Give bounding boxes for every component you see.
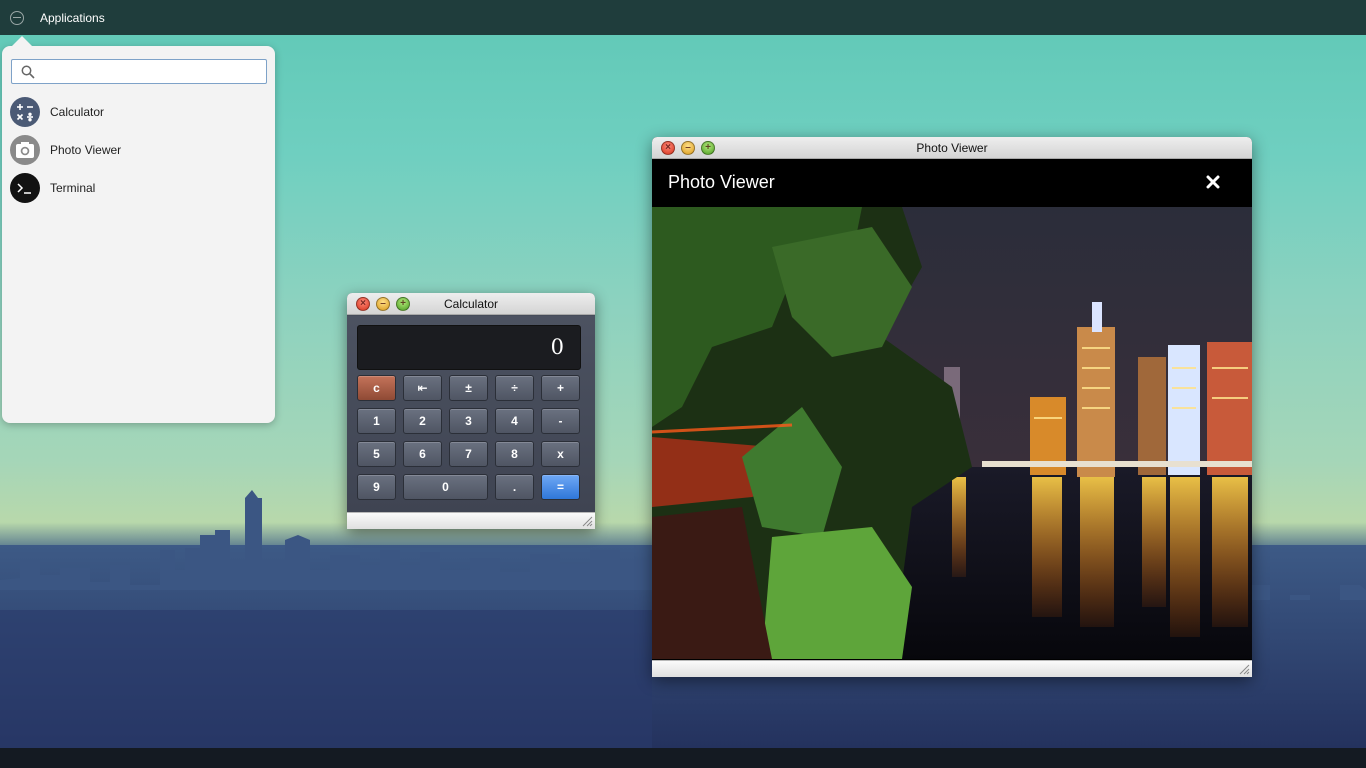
camera-icon [10,135,40,165]
menu-item-photo-viewer[interactable]: Photo Viewer [10,134,270,166]
add-key[interactable]: + [541,375,580,401]
terminal-icon [10,173,40,203]
maximize-window-button[interactable]: + [396,297,410,311]
menu-item-terminal[interactable]: Terminal [10,172,270,204]
digit-9-key[interactable]: 9 [357,474,396,500]
resize-grip-icon[interactable] [1239,664,1250,675]
menu-item-label: Calculator [50,105,105,119]
bottom-panel [0,748,1366,768]
search-input[interactable] [40,62,262,81]
calculator-window: × – + Calculator 0 c ⇤ ± ÷ + 1 2 3 4 - 5… [347,293,595,529]
photo-viewer-statusbar [652,660,1252,677]
digit-5-key[interactable]: 5 [357,441,396,467]
clear-key[interactable]: c [357,375,396,401]
maximize-window-button[interactable]: + [701,141,715,155]
multiply-key[interactable]: x [541,441,580,467]
top-panel: Applications [0,0,1366,35]
resize-grip-icon[interactable] [582,516,593,527]
decimal-key[interactable]: . [495,474,534,500]
calculator-statusbar [347,512,595,529]
photo-viewer-window: × – + Photo Viewer Photo Viewer [652,137,1252,677]
equals-key[interactable]: = [541,474,580,500]
close-window-button[interactable]: × [661,141,675,155]
system-logo-icon[interactable] [10,10,24,25]
backspace-key[interactable]: ⇤ [403,375,442,401]
divide-key[interactable]: ÷ [495,375,534,401]
night-cityscape-photo [652,207,1252,659]
calculator-body: 0 c ⇤ ± ÷ + 1 2 3 4 - 5 6 7 8 x 9 0 . = [347,316,595,512]
minimize-window-button[interactable]: – [681,141,695,155]
close-icon[interactable] [1206,175,1220,189]
close-window-button[interactable]: × [356,297,370,311]
digit-1-key[interactable]: 1 [357,408,396,434]
digit-6-key[interactable]: 6 [403,441,442,467]
menu-item-label: Terminal [50,181,96,195]
digit-7-key[interactable]: 7 [449,441,488,467]
subtract-key[interactable]: - [541,408,580,434]
digit-2-key[interactable]: 2 [403,408,442,434]
calculator-icon [10,97,40,127]
search-field[interactable] [11,59,267,84]
plus-minus-key[interactable]: ± [449,375,488,401]
digit-4-key[interactable]: 4 [495,408,534,434]
digit-8-key[interactable]: 8 [495,441,534,467]
window-title: Photo Viewer [916,141,988,155]
digit-3-key[interactable]: 3 [449,408,488,434]
window-title: Calculator [443,297,499,311]
menu-item-calculator[interactable]: Calculator [10,96,270,128]
applications-menu: Calculator Photo Viewer Terminal [2,36,275,423]
calculator-titlebar[interactable]: × – + Calculator [347,293,595,315]
calculator-display: 0 [357,325,581,370]
minimize-window-button[interactable]: – [376,297,390,311]
search-icon [21,65,35,79]
photo-viewer-title: Photo Viewer [668,172,775,192]
menu-item-label: Photo Viewer [50,143,122,157]
photo-viewer-header: Photo Viewer [652,159,1252,207]
photo-display[interactable] [652,207,1252,659]
digit-0-key[interactable]: 0 [403,474,488,500]
photo-viewer-titlebar[interactable]: × – + Photo Viewer [652,137,1252,159]
applications-menu-button[interactable]: Applications [40,11,105,25]
